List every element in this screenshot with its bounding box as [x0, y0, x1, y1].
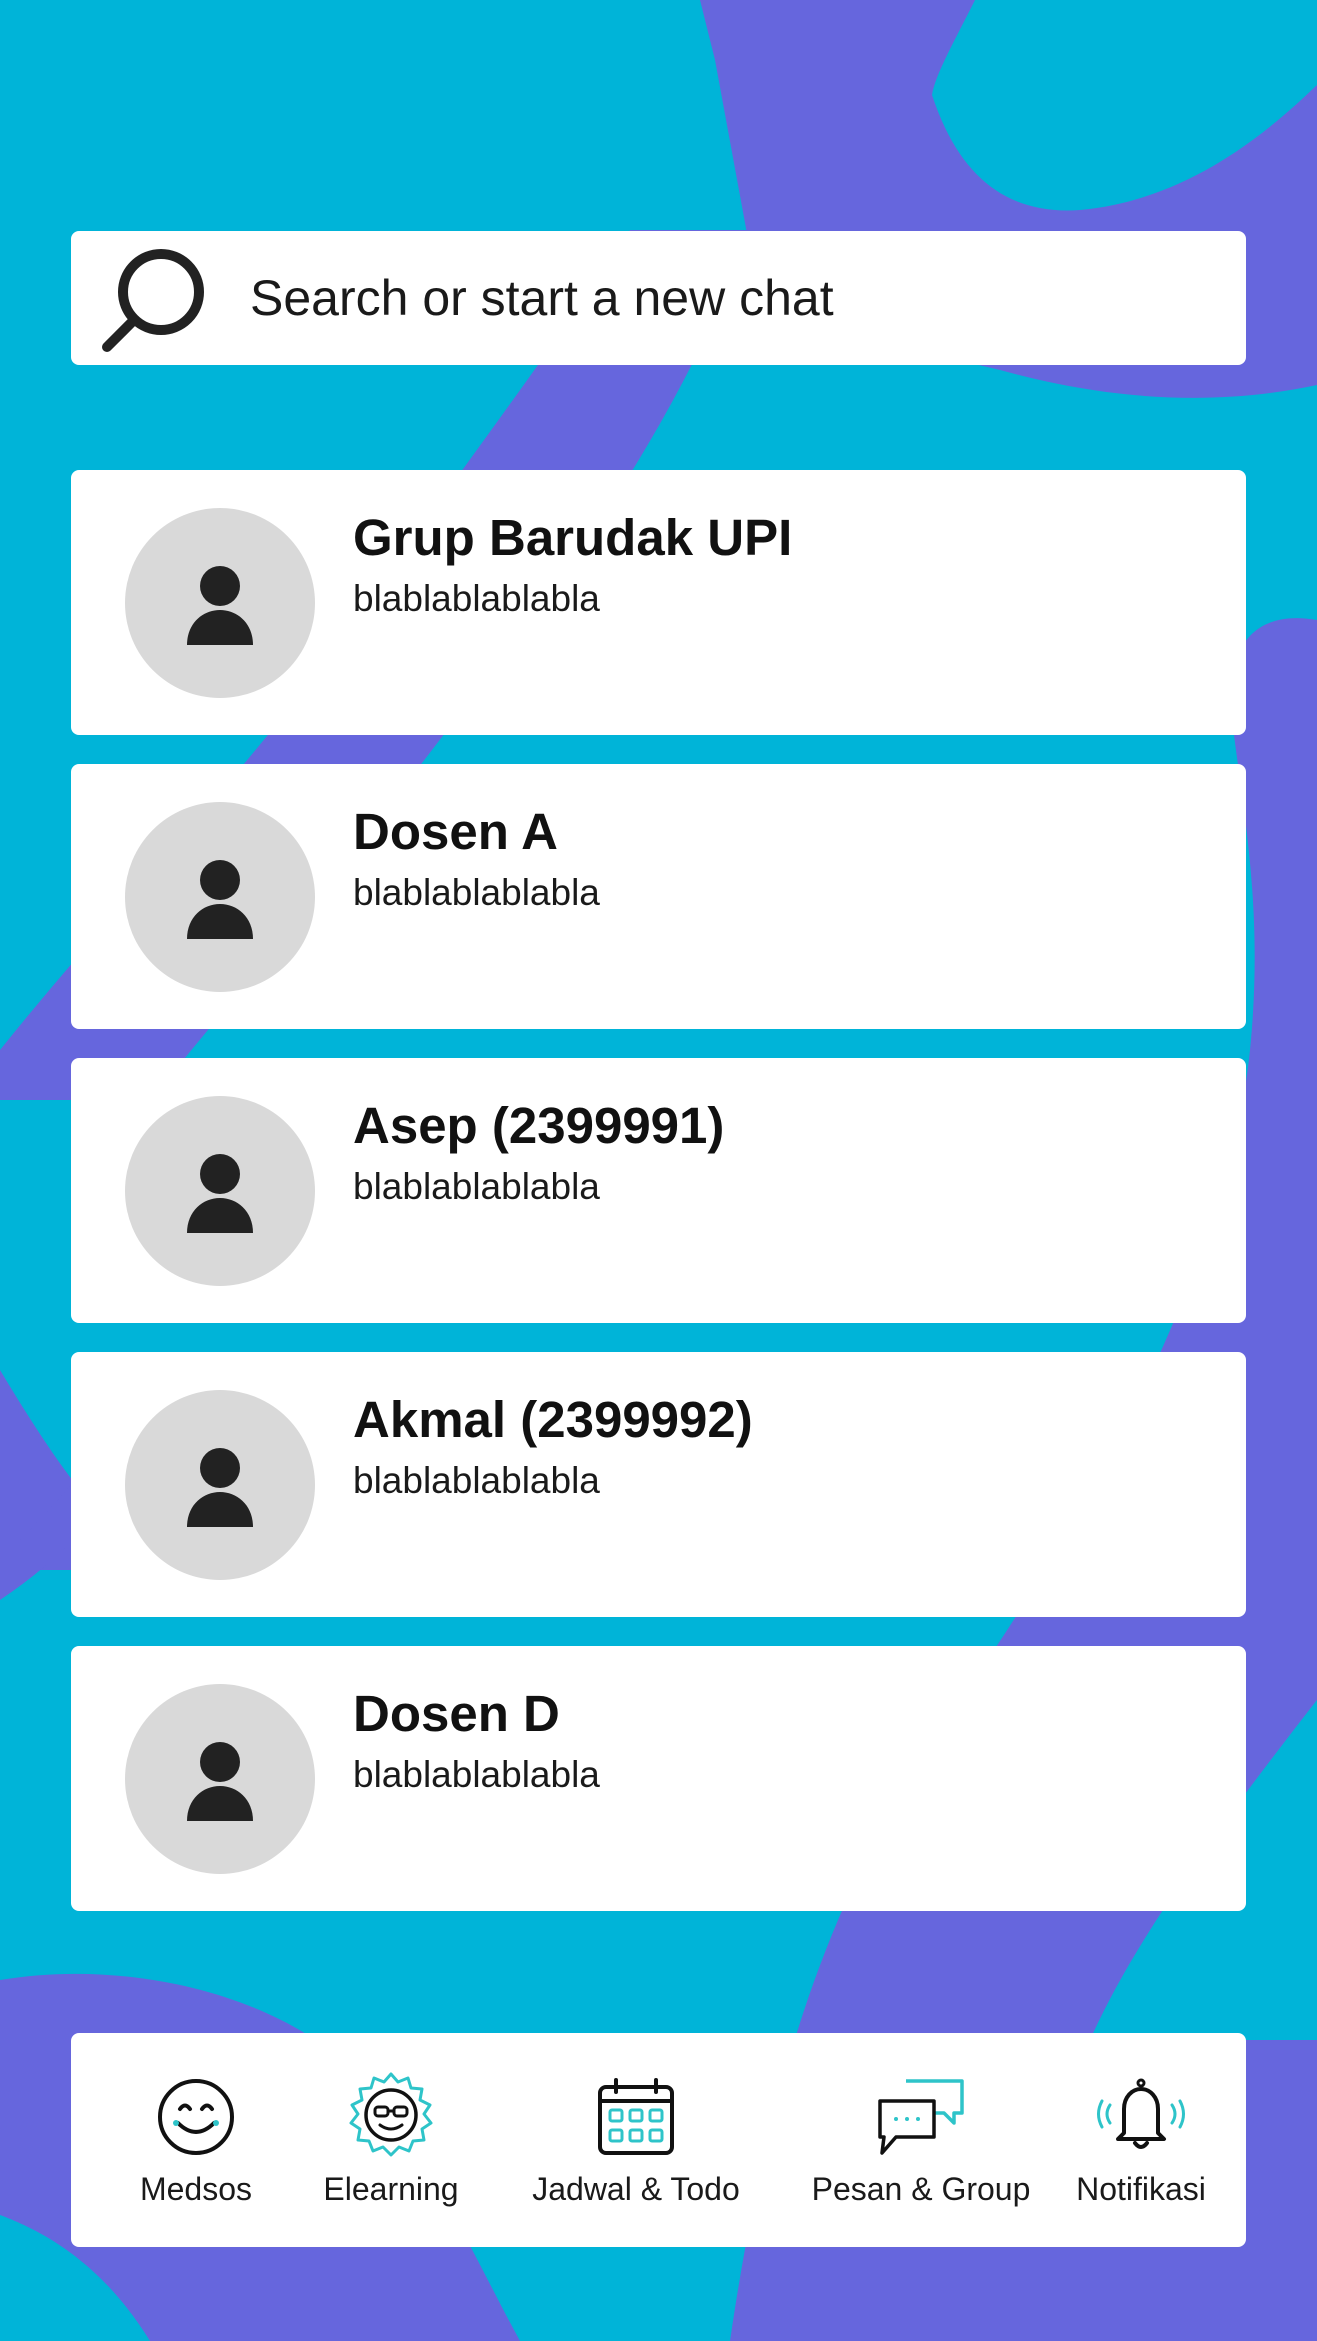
nav-label: Elearning — [323, 2171, 459, 2207]
chat-list-item[interactable]: Akmal (2399992) blablablablabla — [71, 1352, 1246, 1617]
user-icon — [187, 566, 253, 645]
bell-icon — [1097, 2078, 1185, 2149]
chat-bubbles-icon — [878, 2079, 964, 2155]
nav-item-jadwal-todo[interactable]: Jadwal & Todo — [526, 2033, 746, 2247]
chat-preview: blablablablabla — [353, 1460, 600, 1501]
user-icon — [187, 1448, 253, 1527]
chat-list-item[interactable]: Grup Barudak UPI blablablablabla — [71, 470, 1246, 735]
chat-list-item[interactable]: Dosen A blablablablabla — [71, 764, 1246, 1029]
avatar — [125, 1096, 315, 1286]
chat-list-item[interactable]: Dosen D blablablablabla — [71, 1646, 1246, 1911]
chat-preview: blablablablabla — [353, 872, 600, 913]
nav-label: Medsos — [139, 2171, 253, 2207]
chat-name: Akmal (2399992) — [353, 1391, 753, 1448]
chat-preview: blablablablabla — [353, 578, 600, 619]
user-icon — [187, 1154, 253, 1233]
chat-preview: blablablablabla — [353, 1754, 600, 1795]
chat-name: Asep (2399991) — [353, 1097, 725, 1154]
student-face-icon — [349, 2072, 433, 2157]
nav-item-medsos[interactable]: Medsos — [111, 2033, 281, 2247]
avatar — [125, 1390, 315, 1580]
chat-list: Grup Barudak UPI blablablablabla Dosen A… — [71, 470, 1246, 1940]
user-icon — [187, 1742, 253, 1821]
nav-label: Notifikasi — [1076, 2171, 1206, 2207]
search-bar[interactable]: Search or start a new chat — [71, 231, 1246, 365]
chat-name: Dosen D — [353, 1685, 560, 1742]
nav-item-elearning[interactable]: Elearning — [316, 2033, 466, 2247]
search-icon — [102, 249, 204, 352]
bottom-nav: Medsos Elearning Jadwal & Todo Pesan & G… — [71, 2033, 1246, 2247]
chat-preview: blablablablabla — [353, 1166, 600, 1207]
chat-name: Dosen A — [353, 803, 558, 860]
nav-label: Jadwal & Todo — [532, 2171, 740, 2207]
smiley-face-icon — [158, 2079, 234, 2155]
avatar — [125, 508, 315, 698]
nav-item-pesan-group[interactable]: Pesan & Group — [806, 2033, 1036, 2247]
avatar — [125, 802, 315, 992]
nav-item-notifikasi[interactable]: Notifikasi — [1066, 2033, 1216, 2247]
calendar-icon — [598, 2078, 674, 2155]
nav-label: Pesan & Group — [811, 2171, 1031, 2207]
avatar — [125, 1684, 315, 1874]
search-input[interactable]: Search or start a new chat — [250, 231, 834, 365]
chat-name: Grup Barudak UPI — [353, 509, 793, 566]
chat-list-item[interactable]: Asep (2399991) blablablablabla — [71, 1058, 1246, 1323]
user-icon — [187, 860, 253, 939]
